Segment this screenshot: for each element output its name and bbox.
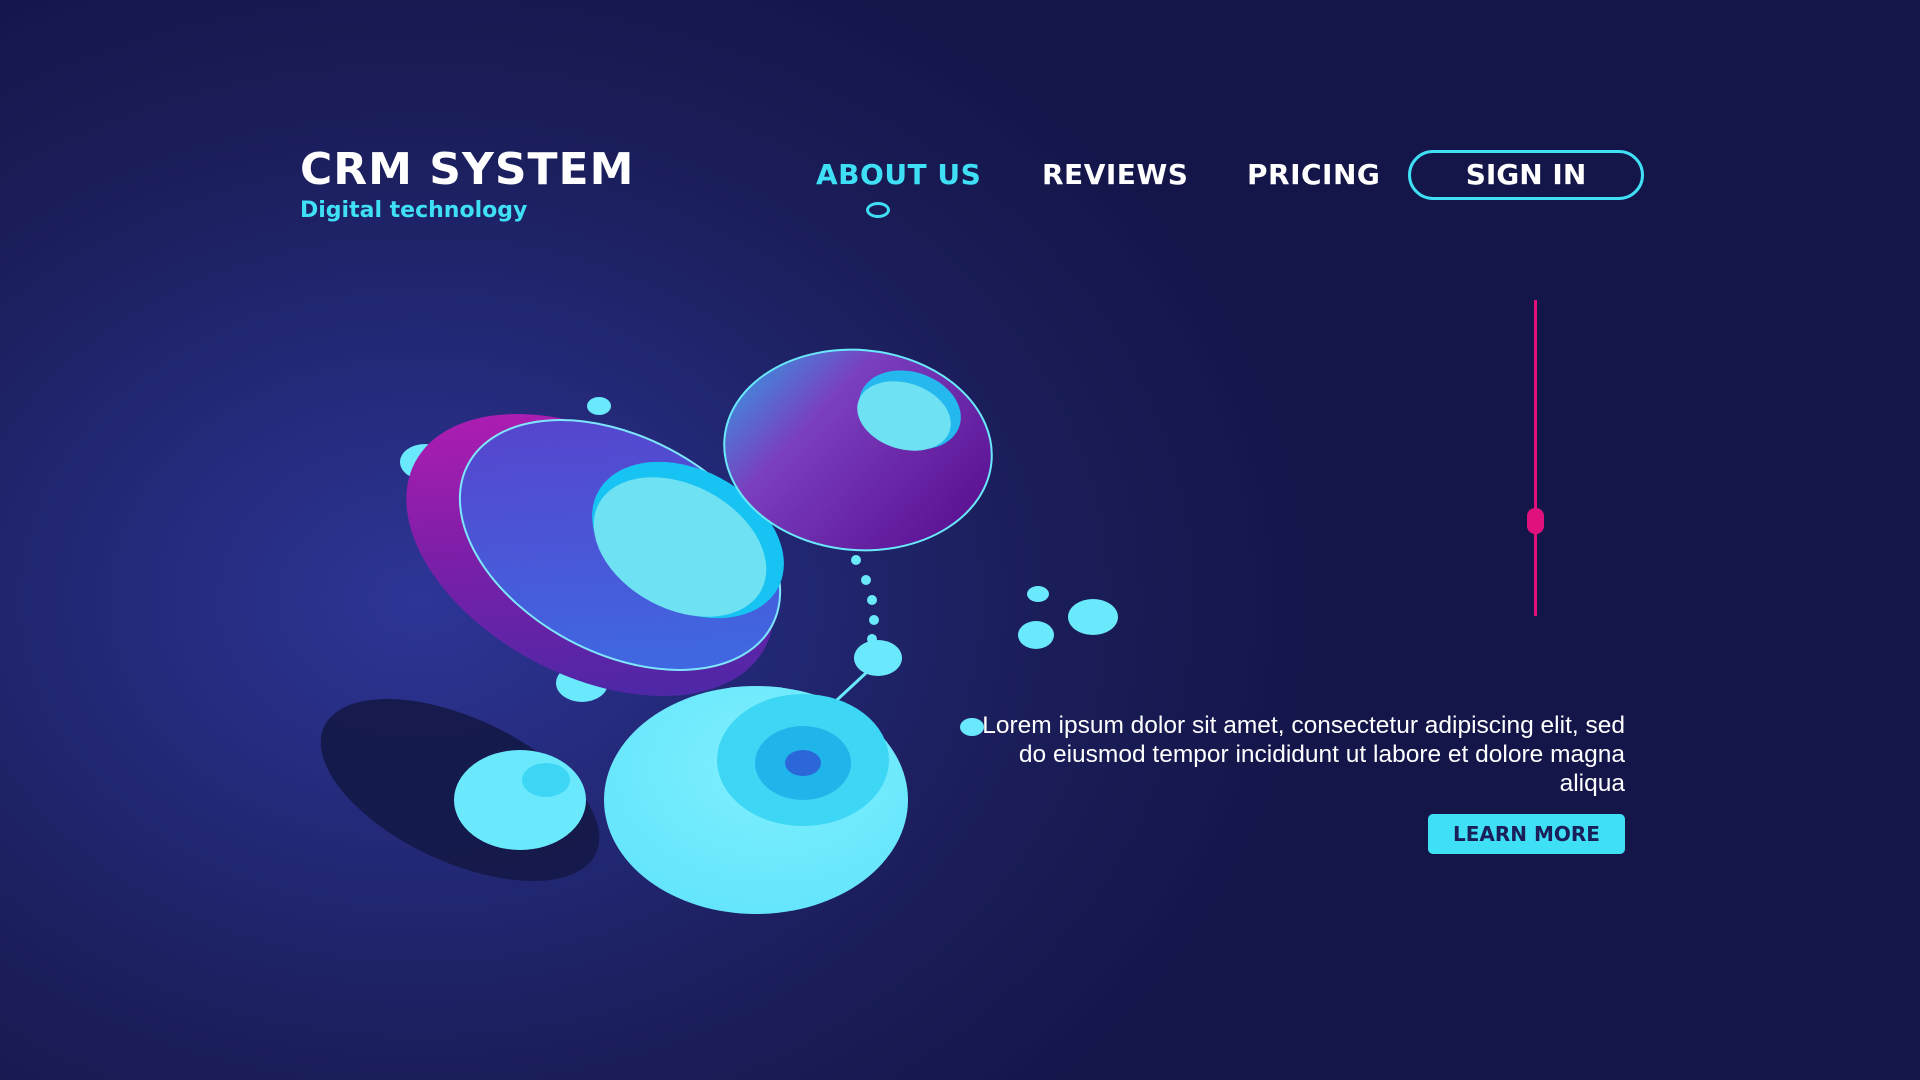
isometric-disc-illustration [320, 348, 1118, 914]
floating-dot [1027, 586, 1049, 602]
small-sphere [454, 750, 586, 850]
floating-dot [1018, 621, 1054, 649]
sign-in-button[interactable]: SIGN IN [1408, 150, 1644, 200]
slider-handle[interactable] [1527, 508, 1544, 534]
brand-subtitle: Digital technology [300, 198, 528, 223]
nav-about-us[interactable]: ABOUT US [816, 155, 981, 195]
learn-more-button[interactable]: LEARN MORE [1428, 814, 1625, 854]
nav-pricing[interactable]: PRICING [1247, 155, 1380, 195]
small-sphere-highlight [522, 763, 570, 797]
active-nav-indicator [866, 202, 890, 218]
hero-body-text: Lorem ipsum dolor sit amet, consectetur … [982, 711, 1625, 797]
connector-node [854, 640, 902, 676]
vertical-slider[interactable] [1526, 300, 1546, 616]
nav-reviews[interactable]: REVIEWS [1042, 155, 1188, 195]
slider-track [1534, 300, 1537, 616]
floating-dot [1068, 599, 1118, 635]
cyan-sphere-core [785, 750, 821, 776]
floating-dot [587, 397, 611, 415]
